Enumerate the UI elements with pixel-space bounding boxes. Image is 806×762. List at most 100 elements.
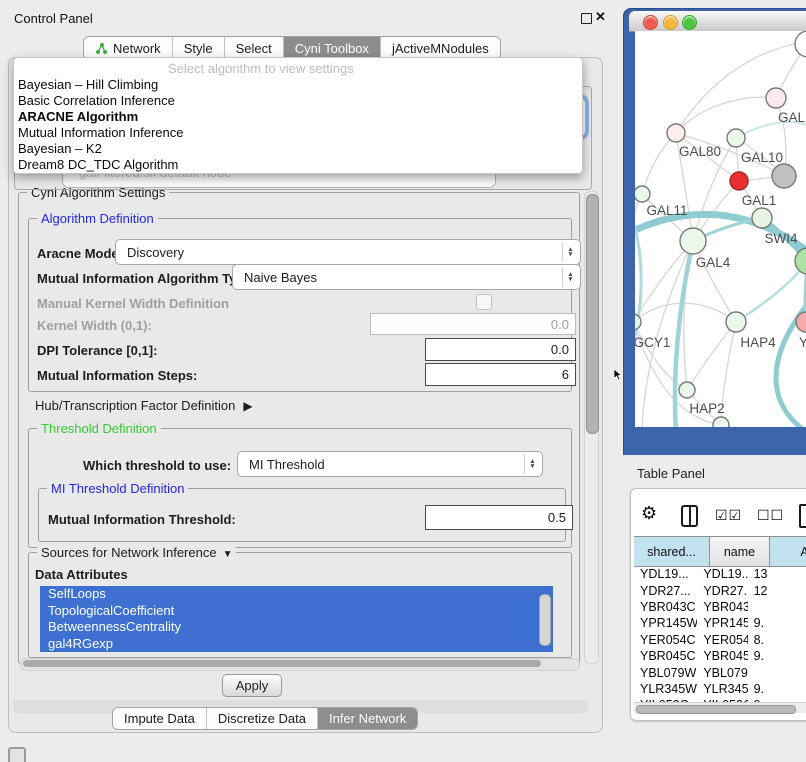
- network-node[interactable]: [727, 129, 745, 147]
- network-edge[interactable]: [635, 303, 736, 322]
- settings-horizontal-scrollbar[interactable]: [20, 658, 580, 671]
- tab-cyni-toolbox[interactable]: Cyni Toolbox: [284, 37, 381, 59]
- network-node[interactable]: [635, 186, 650, 202]
- network-node[interactable]: [713, 417, 729, 427]
- tab-discretize-data[interactable]: Discretize Data: [207, 708, 318, 729]
- node-label: SWI4: [764, 231, 797, 246]
- mi-steps-field[interactable]: 6: [425, 363, 576, 386]
- network-node[interactable]: [726, 312, 746, 332]
- cyni-bottom-tabbar: Impute Data Discretize Data Infer Networ…: [112, 707, 418, 730]
- table-row[interactable]: YDL19...YDL19...13: [634, 566, 806, 582]
- network-window-titlebar[interactable]: [629, 11, 806, 32]
- algorithm-option[interactable]: Dream8 DC_TDC Algorithm: [18, 157, 578, 173]
- mi-steps-label: Mutual Information Steps:: [37, 368, 197, 383]
- table-row[interactable]: YLR345WYLR345W9.: [634, 681, 806, 697]
- mi-steps-value: 6: [562, 367, 569, 382]
- table-row[interactable]: YDR27...YDR27...12: [634, 582, 806, 598]
- tab-label: Discretize Data: [218, 711, 306, 726]
- column-header[interactable]: shared...: [634, 537, 710, 566]
- hub-definition-toggle[interactable]: Hub/Transcription Factor Definition▶: [35, 398, 253, 413]
- kernel-width-value: 0.0: [551, 317, 569, 332]
- sources-legend-label: Sources for Network Inference: [41, 545, 217, 560]
- data-attributes-list[interactable]: SelfLoopsTopologicalCoefficientBetweenne…: [40, 586, 553, 652]
- network-node[interactable]: [730, 172, 748, 190]
- threshold-definition-legend: Threshold Definition: [37, 421, 161, 436]
- minimize-light[interactable]: [663, 15, 678, 30]
- table-horizontal-scrollbar[interactable]: [634, 702, 806, 713]
- network-node[interactable]: [667, 124, 685, 142]
- data-attribute-item[interactable]: BetweennessCentrality: [40, 619, 553, 636]
- node-label: GAL1: [742, 193, 777, 208]
- close-icon[interactable]: ✕: [595, 9, 606, 25]
- algorithm-option[interactable]: Bayesian – K2: [18, 141, 578, 157]
- settings-vertical-scrollbar[interactable]: [584, 191, 599, 664]
- data-attribute-item[interactable]: gal4RGexp: [40, 636, 553, 653]
- table-row[interactable]: YBR043CYBR043C: [634, 599, 806, 615]
- apply-button-label: Apply: [236, 678, 269, 693]
- tab-style[interactable]: Style: [173, 37, 225, 59]
- algorithm-option-list: Bayesian – Hill ClimbingBasic Correlatio…: [18, 77, 578, 173]
- algorithm-option[interactable]: Bayesian – Hill Climbing: [18, 77, 578, 93]
- scrollbar-thumb[interactable]: [636, 705, 796, 714]
- kernel-width-field[interactable]: 0.0: [370, 313, 576, 335]
- manual-kernel-checkbox[interactable]: [476, 294, 492, 310]
- sources-legend[interactable]: Sources for Network Inference▼: [37, 545, 236, 562]
- tab-label: Network: [113, 41, 161, 56]
- node-label: HAP4: [740, 335, 776, 350]
- select-all-checked-icon[interactable]: ☑☑: [715, 507, 742, 524]
- stepper-icon: ▲▼: [524, 454, 540, 474]
- table-row[interactable]: YBR045CYBR045C9.: [634, 648, 806, 664]
- mi-threshold-field[interactable]: 0.5: [425, 505, 573, 530]
- scrollbar-thumb[interactable]: [586, 194, 599, 434]
- aracne-mode-combo[interactable]: Discovery ▲▼: [115, 239, 581, 265]
- document-icon[interactable]: [799, 504, 806, 528]
- tab-jactivemnodules[interactable]: jActiveMNodules: [381, 37, 500, 59]
- column-header[interactable]: A: [770, 537, 806, 566]
- column-header[interactable]: name: [710, 537, 770, 566]
- tab-infer-network[interactable]: Infer Network: [318, 708, 417, 729]
- which-threshold-combo[interactable]: MI Threshold ▲▼: [237, 451, 543, 477]
- select-all-unchecked-icon[interactable]: ☐☐: [757, 507, 784, 524]
- settings-gear-icon[interactable]: ⚙: [641, 503, 657, 524]
- data-attribute-item[interactable]: SelfLoops: [40, 586, 553, 603]
- network-node[interactable]: [680, 228, 706, 254]
- network-node[interactable]: [679, 382, 695, 398]
- scrollbar-thumb[interactable]: [23, 660, 541, 667]
- dpi-tolerance-value: 0.0: [551, 342, 569, 357]
- tab-network[interactable]: Network: [84, 37, 173, 59]
- algorithm-option[interactable]: Mutual Information Inference: [18, 125, 578, 141]
- node-label: GAL4: [696, 255, 731, 270]
- tab-select[interactable]: Select: [225, 37, 284, 59]
- data-attribute-item[interactable]: TopologicalCoefficient: [40, 603, 553, 620]
- table-row[interactable]: YBL079WYBL079W: [634, 664, 806, 680]
- zoom-light[interactable]: [682, 15, 697, 30]
- network-node[interactable]: [795, 31, 806, 57]
- scrollbar-thumb[interactable]: [539, 594, 551, 646]
- network-view-canvas[interactable]: GALGAL80GAL10GAL1GAL11SWI4GAL4GCY1HAP4YH…: [635, 31, 806, 427]
- mi-type-combo[interactable]: Naive Bayes ▲▼: [232, 264, 581, 290]
- mi-type-label: Mutual Information Algorithm Type:: [37, 271, 256, 286]
- algorithm-option[interactable]: ARACNE Algorithm: [18, 109, 578, 125]
- table-row[interactable]: YER054CYER054C8.: [634, 632, 806, 648]
- algorithm-option[interactable]: Basic Correlation Inference: [18, 93, 578, 109]
- network-node[interactable]: [772, 164, 796, 188]
- table-panel-title: Table Panel: [637, 466, 705, 481]
- table-header-row: shared...nameA: [634, 536, 806, 567]
- apply-button[interactable]: Apply: [222, 674, 282, 697]
- close-light[interactable]: [643, 15, 658, 30]
- tab-impute-data[interactable]: Impute Data: [113, 708, 207, 729]
- network-canvas-svg: GALGAL80GAL10GAL1GAL11SWI4GAL4GCY1HAP4YH…: [635, 31, 806, 427]
- network-edge[interactable]: [642, 133, 676, 194]
- dpi-tolerance-label: DPI Tolerance [0,1]:: [37, 343, 157, 358]
- network-node[interactable]: [766, 88, 786, 108]
- attribute-list-scrollbar[interactable]: [539, 588, 550, 650]
- collapsed-panel-icon[interactable]: [8, 747, 26, 762]
- dpi-tolerance-field[interactable]: 0.0: [425, 338, 576, 361]
- split-columns-icon[interactable]: [681, 505, 698, 527]
- kernel-width-label: Kernel Width (0,1):: [37, 318, 152, 333]
- network-edge[interactable]: [736, 261, 806, 322]
- table-row[interactable]: YPR145WYPR145W9.: [634, 615, 806, 631]
- float-window-icon[interactable]: [581, 13, 592, 24]
- control-panel-title: Control Panel: [14, 11, 93, 26]
- network-node[interactable]: [752, 208, 772, 228]
